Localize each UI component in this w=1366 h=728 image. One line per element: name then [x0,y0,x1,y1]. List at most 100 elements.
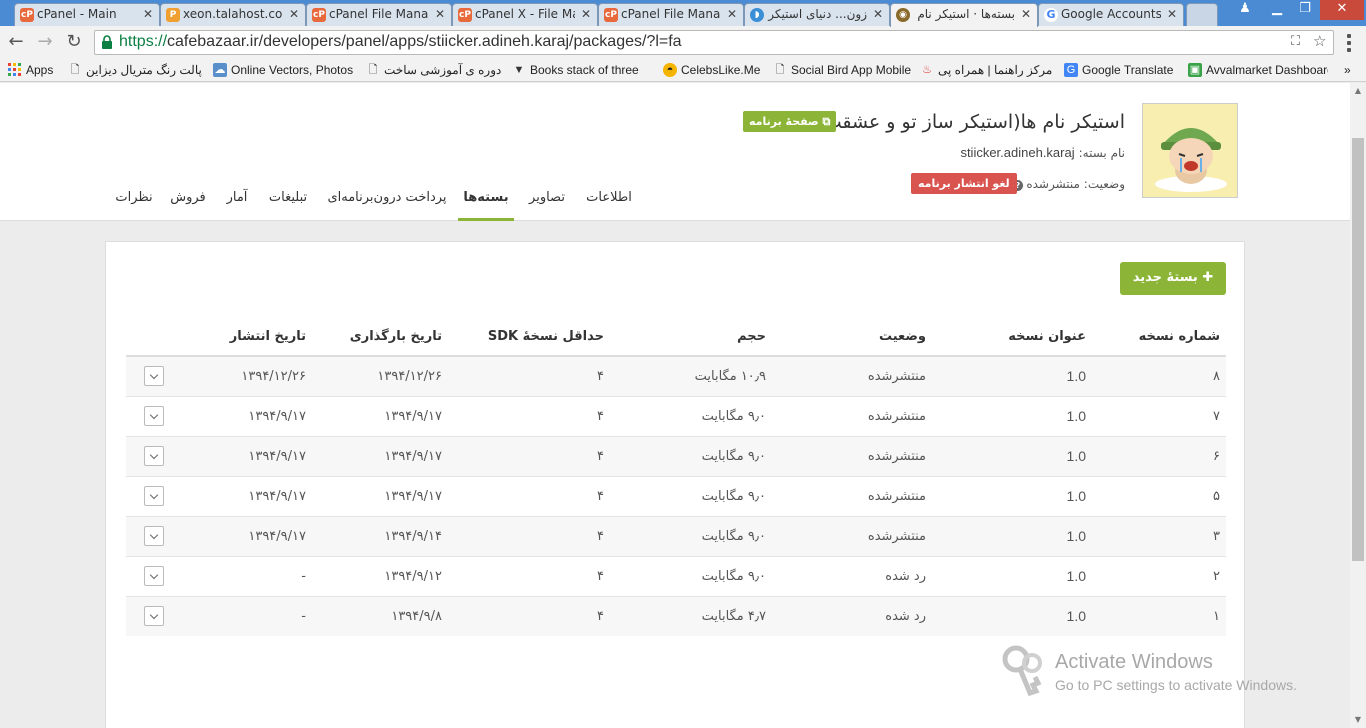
table-row: ۱ 1.0 رد شده ۴٫۷ مگابایت ۴ ۱۳۹۴/۹/۸ - [126,595,1226,636]
browser-tab[interactable]: G Google Accounts ✕ [1038,3,1184,26]
translate-page-icon[interactable]: ⛶ [1291,34,1300,49]
unpublish-button[interactable]: لغو انتشار برنامه [911,173,1017,194]
scroll-up-arrow-icon[interactable]: ▲ [1350,84,1366,98]
table-row: ۲ 1.0 رد شده ۹٫۰ مگابایت ۴ ۱۳۹۴/۹/۱۲ - [126,555,1226,596]
cpanel-icon: cP [458,8,472,22]
browser-tab[interactable]: ◗ زون... دنیای استیکر ✕ [744,3,890,26]
row-dropdown-chevron-icon[interactable] [144,406,164,426]
column-header: شماره نسخه [1086,318,1226,357]
browser-tab[interactable]: P xeon.talahost.com ✕ [160,3,306,26]
status-line: وضعیت: منتشرشده? [1009,177,1125,191]
bookmark-item[interactable]: ♨ مرکز راهنما | همراه پی [920,62,1052,78]
close-tab-icon[interactable]: ✕ [1021,4,1031,25]
sticker-character-icon [1155,128,1227,192]
reload-icon[interactable]: ↻ [62,30,86,54]
forward-arrow-icon[interactable]: → [33,30,57,54]
tab-in-app-payment[interactable]: پرداخت درون‌برنامه‌ای [322,183,452,221]
packages-table: شماره نسخه عنوان نسخه وضعیت حجم حداقل نس… [126,318,1226,636]
page-content: استیکر نام ها(استیکر ساز تو و عشقت) ⧉ صف… [0,83,1350,728]
tab-reviews[interactable]: نظرات [112,183,156,221]
sunglasses-icon: ◓ [663,63,677,77]
bookmark-apps[interactable]: Apps [8,62,53,78]
row-dropdown-chevron-icon[interactable] [144,526,164,546]
bookmark-item[interactable]: ▣ Avvalmarket Dashboard [1188,62,1328,78]
user-icon[interactable]: ♟ [1230,0,1260,20]
back-arrow-icon[interactable]: ← [4,30,28,54]
column-header: عنوان نسخه [926,318,1086,357]
browser-tab[interactable]: cP cPanel X - File Manager ✕ [452,3,598,26]
browser-tab[interactable]: cP cPanel File Manager ✕ [598,3,744,26]
scroll-down-arrow-icon[interactable]: ▼ [1350,713,1366,727]
close-tab-icon[interactable]: ✕ [873,4,883,25]
restore-icon[interactable]: ❐ [1290,0,1320,20]
book-icon: ▼ [513,64,525,76]
new-package-button[interactable]: ✚ بستهٔ جدید [1120,262,1226,295]
close-tab-icon[interactable]: ✕ [289,4,299,25]
cafebazaar-icon: ◉ [896,8,910,22]
cpanel-icon: cP [20,8,34,22]
watermark-subtitle: Go to PC settings to activate Windows. [1055,677,1297,693]
row-dropdown-chevron-icon[interactable] [144,566,164,586]
market-icon: ▣ [1188,63,1202,77]
row-dropdown-chevron-icon[interactable] [144,606,164,627]
chrome-menu-icon[interactable] [1338,31,1360,53]
close-window-icon[interactable]: ✕ [1320,0,1364,20]
activate-windows-watermark: Activate Windows Go to PC settings to ac… [1000,643,1330,703]
table-row: ۸ 1.0 منتشرشده ۱۰٫۹ مگابایت ۴ ۱۳۹۴/۱۲/۲۶… [126,355,1226,396]
tab-sales[interactable]: فروش [166,183,210,221]
bookmark-item[interactable]: G Google Translate [1064,62,1173,78]
app-title: استیکر نام ها(استیکر ساز تو و عشقت) [816,111,1125,133]
column-header-actions [126,318,170,357]
column-header: تاریخ انتشار [170,318,306,357]
address-bar[interactable]: https://cafebazaar.ir/developers/panel/a… [94,30,1334,55]
app-page-link-button[interactable]: ⧉ صفحهٔ برنامه [743,111,837,132]
cpanel-icon: cP [312,8,326,22]
browser-tab-strip: cP cPanel - Main ✕ P xeon.talahost.com ✕… [0,0,1366,27]
bookmark-item[interactable]: ☁ Online Vectors, Photos [213,62,353,78]
bookmarks-overflow-icon[interactable]: » [1344,62,1351,78]
bookmark-item[interactable]: ◓ CelebsLike.Me [663,62,760,78]
row-dropdown-chevron-icon[interactable] [144,366,164,387]
scrollbar-thumb[interactable] [1352,138,1364,561]
close-tab-icon[interactable]: ✕ [1167,4,1177,25]
tab-ads[interactable]: تبلیغات [260,183,316,221]
bookmark-item[interactable]: ▼ Books stack of three [512,62,652,78]
bookmark-item[interactable]: 🗋 دوره ی آموزشی ساخت [366,62,502,78]
tab-stats[interactable]: آمار [220,183,254,221]
watermark-title: Activate Windows [1055,651,1213,673]
new-tab-button[interactable] [1186,3,1218,26]
row-dropdown-chevron-icon[interactable] [144,486,164,506]
app-header: استیکر نام ها(استیکر ساز تو و عشقت) ⧉ صف… [0,83,1350,221]
app-nav-tabs: اطلاعات تصاویر بسته‌ها پرداخت درون‌برنام… [112,183,637,221]
table-row: ۵ 1.0 منتشرشده ۹٫۰ مگابایت ۴ ۱۳۹۴/۹/۱۷ ۱… [126,475,1226,516]
column-header: حجم [604,318,766,357]
close-tab-icon[interactable]: ✕ [581,4,591,25]
lock-icon [102,35,112,49]
table-row: ۳ 1.0 منتشرشده ۹٫۰ مگابایت ۴ ۱۳۹۴/۹/۱۴ ۱… [126,515,1226,556]
bookmark-item[interactable]: 🗋 پالت رنگ متریال دیزاین [68,62,202,78]
cpanel-icon: cP [604,8,618,22]
app-icon [1142,103,1238,198]
tab-packages[interactable]: بسته‌ها [458,183,514,221]
minimize-icon[interactable]: ▁ [1262,0,1292,20]
browser-tab[interactable]: cP cPanel File Manager ✕ [306,3,452,26]
column-header: تاریخ بارگذاری [306,318,442,357]
package-name: stiicker.adineh.karaj [960,145,1075,160]
row-dropdown-chevron-icon[interactable] [144,446,164,466]
close-tab-icon[interactable]: ✕ [727,4,737,25]
url-text: https://cafebazaar.ir/developers/panel/a… [119,33,682,50]
tab-images[interactable]: تصاویر [522,183,572,221]
column-header: وضعیت [766,318,926,357]
browser-tab[interactable]: cP cPanel - Main ✕ [14,3,160,26]
external-link-icon: ⧉ [822,115,831,128]
zoon-icon: ◗ [750,8,764,22]
bookmark-star-icon[interactable]: ☆ [1313,32,1326,50]
page-icon: 🗋 [775,64,785,76]
page-icon: 🗋 [368,64,378,76]
close-tab-icon[interactable]: ✕ [143,4,153,25]
browser-tab-active[interactable]: ◉ بسته‌ها · استیکر نام ها ✕ [890,3,1038,27]
keys-icon [1002,645,1042,697]
tab-info[interactable]: اطلاعات [582,183,636,221]
close-tab-icon[interactable]: ✕ [435,4,445,25]
bookmark-item[interactable]: 🗋 Social Bird App Mobile [773,62,913,78]
